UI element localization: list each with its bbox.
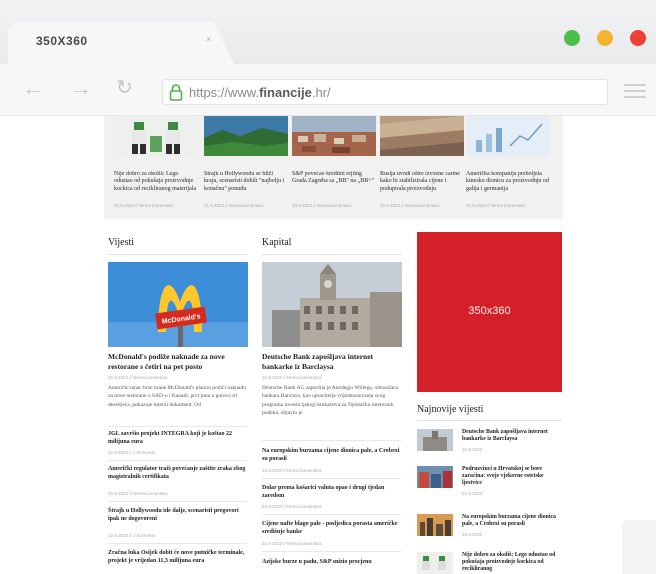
minimize-dot-icon[interactable] bbox=[564, 30, 580, 46]
bank-thumbnail bbox=[417, 429, 453, 451]
scroll-corner-widget[interactable] bbox=[622, 520, 656, 574]
window-controls bbox=[564, 30, 646, 46]
list-divider bbox=[108, 460, 247, 461]
url-prefix: https://www. bbox=[189, 85, 260, 100]
reload-icon[interactable]: ↻ bbox=[116, 77, 133, 99]
tab-title: 350X360 bbox=[36, 34, 88, 48]
section-title-kapital[interactable]: Kapital bbox=[262, 237, 291, 248]
browser-screenshot: 350X360 × ← → ↻ https://www.financije.hr… bbox=[0, 0, 656, 574]
featured-strip: Nije dobro za okoliš: Lego odustao od po… bbox=[104, 116, 563, 219]
banknotes-thumbnail bbox=[380, 116, 464, 156]
strip-article[interactable]: Američka kompanija preboljela kinesku di… bbox=[466, 116, 550, 208]
lego-small-thumbnail bbox=[417, 552, 453, 574]
list-divider bbox=[262, 478, 401, 479]
latest-item[interactable]: Na europskim burzama cijene dionica pale… bbox=[462, 514, 560, 528]
latest-item[interactable]: Podruzvinci u Hrvatskoj se bore zaraćina… bbox=[462, 466, 560, 488]
close-dot-icon[interactable] bbox=[630, 30, 646, 46]
latest-item[interactable]: Nije dobro za okoliš: Lego odustao od po… bbox=[462, 552, 560, 574]
hollywood-thumbnail bbox=[204, 116, 288, 156]
page-content: Nije dobro za okoliš: Lego odustao od po… bbox=[0, 116, 656, 574]
list-item[interactable]: Štrajk u Hollywoodu ide dalje, scenarist… bbox=[108, 508, 248, 523]
address-bar[interactable]: https://www.financije.hr/ bbox=[162, 79, 608, 105]
list-item-meta: 22.9.2023 // Nema komentara bbox=[262, 504, 322, 509]
section-divider bbox=[417, 420, 562, 421]
url-text: https://www.financije.hr/ bbox=[189, 85, 331, 100]
list-divider bbox=[108, 543, 247, 544]
strip-meta: 20.9.2023 // Nema komentara bbox=[292, 203, 352, 208]
strip-meta: 21.9.2023 // Nema komentara bbox=[204, 203, 264, 208]
list-item[interactable]: Cijene nafte blago pale - posljedica por… bbox=[262, 521, 402, 536]
url-suffix: .hr/ bbox=[311, 85, 331, 100]
list-item-meta: 22.9.2023 // 1 komentar bbox=[108, 450, 156, 455]
article-excerpt: Deutsche Bank AG zaposlila je Anedegju W… bbox=[262, 385, 398, 417]
lock-icon bbox=[169, 84, 183, 101]
latest-item-meta: 22.9.2023 bbox=[462, 447, 483, 452]
city-thumbnail bbox=[417, 514, 453, 536]
article-title[interactable]: Deutsche Bank zapošljava internet bankar… bbox=[262, 352, 402, 371]
list-item[interactable]: JGL završio projekt INTEGRA koji je košt… bbox=[108, 431, 248, 446]
list-item[interactable]: Američki regulator traži povećanje zašti… bbox=[108, 466, 248, 481]
latest-item-meta: 22.9.2023 bbox=[462, 491, 483, 496]
section-divider bbox=[108, 254, 247, 255]
ad-label: 350x360 bbox=[468, 305, 511, 317]
url-domain: financije bbox=[259, 85, 312, 100]
list-divider bbox=[262, 440, 401, 441]
strip-article[interactable]: S&P povećao kreditni rejting Grada Zagre… bbox=[292, 116, 376, 208]
list-item[interactable]: Zračna luka Osijek dobit će nove putničk… bbox=[108, 550, 248, 565]
browser-tab[interactable]: 350X360 × bbox=[8, 22, 236, 68]
strip-article[interactable]: Nije dobro za okoliš: Lego odustao od po… bbox=[114, 116, 198, 208]
latest-item-meta: 22.9.2023 bbox=[462, 532, 483, 537]
lego-thumbnail bbox=[114, 116, 198, 156]
list-item[interactable]: Azijske burze u padu, S&P snizio procjen… bbox=[262, 559, 402, 567]
section-title-najnovije[interactable]: Najnovije vijesti bbox=[417, 404, 483, 415]
maximize-dot-icon[interactable] bbox=[597, 30, 613, 46]
forward-arrow-icon[interactable]: → bbox=[70, 77, 92, 99]
list-divider bbox=[108, 501, 247, 502]
list-item[interactable]: Na europskim burzama cijene dionica pale… bbox=[262, 448, 402, 463]
list-item[interactable]: Dolar prema košarici valuta opao i drugi… bbox=[262, 485, 402, 500]
strip-title: Američka kompanija preboljela kinesku di… bbox=[466, 171, 549, 192]
strip-article[interactable]: Rusija uvodi oštre izvozne carine kako b… bbox=[380, 116, 464, 208]
strip-meta: 22.9.2023 // Nema komentara bbox=[380, 203, 440, 208]
article-title[interactable]: McDonald's podiže naknade za nove restor… bbox=[108, 352, 248, 371]
section-title-vijesti[interactable]: Vijesti bbox=[108, 237, 134, 248]
list-item-meta: 22.9.2023 // 1 komentar bbox=[108, 533, 156, 538]
browser-titlebar: 350X360 × bbox=[0, 0, 656, 68]
list-divider bbox=[262, 514, 401, 515]
deutsche-bank-image bbox=[262, 262, 402, 347]
back-arrow-icon[interactable]: ← bbox=[22, 77, 44, 99]
list-item-meta: 22.9.2023 // Nema komentara bbox=[262, 541, 322, 546]
article-meta: 22.9.2023 // Nema komentara bbox=[108, 375, 168, 380]
strip-meta: 21.9.2023 // Nema komentara bbox=[466, 203, 526, 208]
browser-toolbar: ← → ↻ https://www.financije.hr/ bbox=[0, 64, 656, 116]
chart-thumbnail bbox=[466, 116, 550, 156]
latest-item[interactable]: Deutsche Bank zapošljava internet bankar… bbox=[462, 429, 560, 443]
strip-title: Nije dobro za okoliš: Lego odustao od po… bbox=[114, 171, 197, 192]
strip-title: S&P povećao kreditni rejting Grada Zagre… bbox=[292, 171, 375, 185]
strip-article[interactable]: Štrajk u Hollywoodu se bliži kraju, scen… bbox=[204, 116, 288, 208]
article-excerpt: Američki lanac brze hrane McDonald's pla… bbox=[108, 385, 246, 408]
article-meta: 22.9.2023 // Nema komentara bbox=[262, 375, 322, 380]
hamburger-menu-icon[interactable] bbox=[624, 84, 646, 102]
list-divider bbox=[262, 551, 401, 552]
section-divider bbox=[262, 254, 401, 255]
strip-title: Rusija uvodi oštre izvozne carine kako b… bbox=[380, 171, 460, 192]
tab-close-icon[interactable]: × bbox=[206, 34, 211, 44]
strip-title: Štrajk u Hollywoodu se bliži kraju, scen… bbox=[204, 171, 285, 192]
mcdonalds-image: McDonald's bbox=[108, 262, 248, 347]
strip-meta: 22.9.2023 // Nema komentara bbox=[114, 203, 174, 208]
people-thumbnail bbox=[417, 466, 453, 488]
list-divider bbox=[108, 426, 247, 427]
zagreb-thumbnail bbox=[292, 116, 376, 156]
list-item-meta: 22.9.2023 // Nema komentara bbox=[262, 468, 322, 473]
ad-banner[interactable]: 350x360 bbox=[417, 232, 562, 392]
list-item-meta: 22.9.2023 // Nema komentara bbox=[108, 491, 168, 496]
